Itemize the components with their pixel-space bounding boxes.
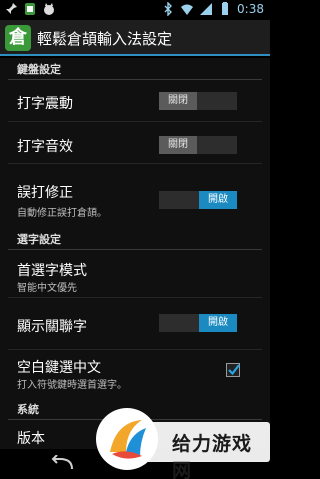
- space-select-checkbox[interactable]: [226, 363, 240, 377]
- pref-summary: 打入符號鍵時選首選字。: [17, 380, 127, 391]
- page-title: 輕鬆倉頡輸入法設定: [37, 30, 173, 48]
- category-label: 鍵盤設定: [17, 63, 61, 76]
- category-label: 選字設定: [17, 233, 61, 246]
- pref-title: 空白鍵選中文: [17, 360, 101, 376]
- pref-title: 顯示關聯字: [17, 319, 87, 335]
- pref-vibrate[interactable]: 打字震動 關閉: [0, 80, 270, 122]
- pref-title: 版本: [17, 431, 45, 447]
- pref-summary: 智能中文優先: [17, 283, 77, 294]
- sound-toggle[interactable]: 關閉: [159, 136, 237, 154]
- checkmark-icon: [228, 364, 240, 376]
- pref-title: 打字震動: [17, 96, 73, 112]
- pref-first-choice[interactable]: 首選字模式 智能中文優先: [0, 250, 270, 298]
- watermark-text: 给力游戏网: [172, 433, 253, 479]
- battery-icon: [222, 2, 229, 15]
- preference-list[interactable]: 鍵盤設定 打字震動 關閉 打字音效 關閉 誤打修正 自動修正誤打倉頡。 開啟 選…: [0, 58, 270, 449]
- related-toggle[interactable]: 開啟: [159, 314, 237, 332]
- pref-title: 打字音效: [17, 139, 73, 155]
- vibrate-toggle[interactable]: 關閉: [159, 92, 237, 110]
- clock: 0:38: [237, 2, 264, 16]
- pref-related-chars[interactable]: 顯示關聯字 開啟: [0, 298, 270, 350]
- bluetooth-icon: [164, 2, 173, 16]
- toggle-label: 開啟: [199, 314, 237, 332]
- pref-title: 首選字模式: [17, 263, 87, 279]
- toggle-label: 關閉: [159, 92, 197, 110]
- cat-icon: [44, 3, 54, 15]
- pin-icon: [6, 3, 17, 14]
- pref-summary: 自動修正誤打倉頡。: [17, 208, 107, 219]
- toggle-label: 關閉: [159, 136, 197, 154]
- category-keyboard: 鍵盤設定: [0, 58, 270, 80]
- status-bar: 0:38: [0, 0, 270, 20]
- android-icon: [25, 3, 35, 15]
- pref-space-select[interactable]: 空白鍵選中文 打入符號鍵時選首選字。: [0, 350, 270, 398]
- pref-correction[interactable]: 誤打修正 自動修正誤打倉頡。 開啟: [0, 164, 270, 228]
- category-label: 系統: [17, 403, 39, 416]
- pref-title: 誤打修正: [17, 185, 73, 201]
- action-bar: 倉 輕鬆倉頡輸入法設定: [0, 20, 270, 56]
- watermark: 给力游戏网: [94, 406, 270, 479]
- toggle-label: 開啟: [199, 191, 237, 209]
- wifi-icon: [181, 4, 194, 15]
- watermark-logo-icon: [96, 408, 158, 470]
- category-selection: 選字設定: [0, 228, 270, 250]
- app-icon[interactable]: 倉: [5, 25, 31, 51]
- correction-toggle[interactable]: 開啟: [159, 191, 237, 209]
- signal-icon: [200, 3, 213, 15]
- back-icon[interactable]: [48, 455, 76, 473]
- pref-sound[interactable]: 打字音效 關閉: [0, 122, 270, 164]
